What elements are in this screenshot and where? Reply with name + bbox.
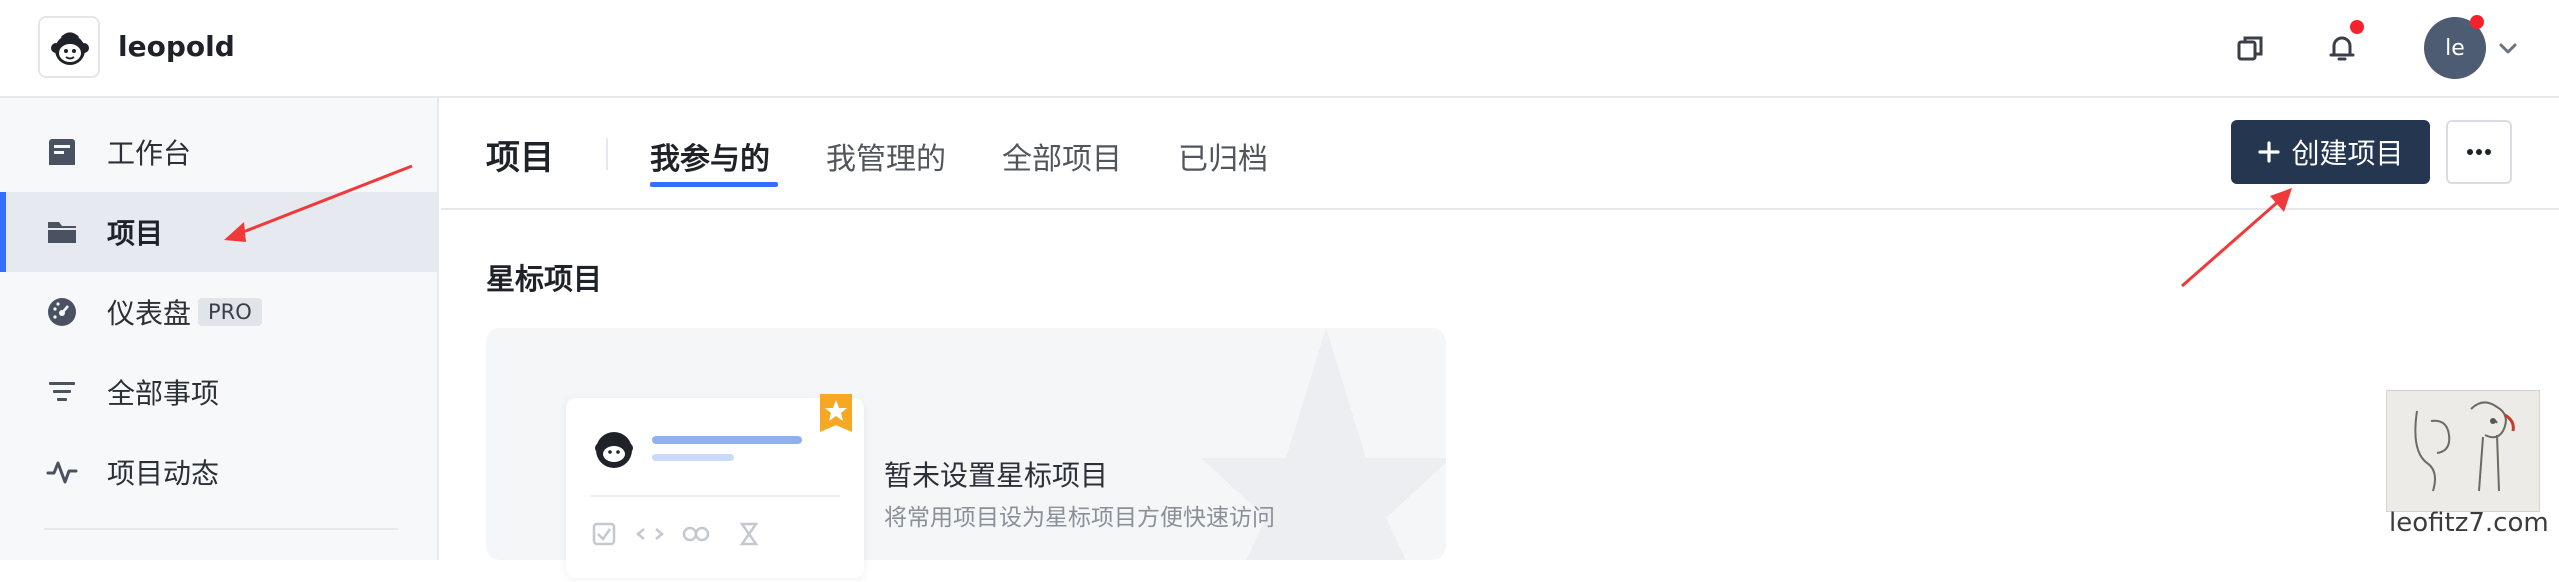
sidebar-item-label: 仪表盘: [107, 297, 192, 330]
sidebar-item-all-items[interactable]: 全部事项: [0, 352, 437, 432]
empty-state-illustration: [566, 394, 864, 578]
annotation-arrow-create: [2181, 198, 2281, 288]
copy-icon[interactable]: [2228, 26, 2272, 70]
create-project-button[interactable]: 创建项目: [2231, 120, 2430, 184]
sidebar-divider: [44, 528, 398, 530]
more-dots-icon: [2467, 149, 2491, 155]
sidebar-item-label: 全部事项: [107, 377, 220, 410]
page-title: 项目: [486, 138, 554, 178]
user-avatar[interactable]: le: [2424, 15, 2486, 79]
sidebar-item-dashboard[interactable]: 仪表盘 PRO: [0, 272, 437, 352]
sidebar-item-label: 项目动态: [107, 457, 220, 490]
activity-icon: [44, 454, 80, 490]
sidebar-item-label: 工作台: [107, 137, 192, 170]
tab-managed[interactable]: 我管理的: [826, 134, 946, 178]
pro-badge: PRO: [198, 298, 262, 326]
empty-state-title: 暂未设置星标项目: [884, 459, 1109, 492]
empty-state-subtitle: 将常用项目设为星标项目方便快速访问: [884, 505, 1275, 531]
dashboard-icon: [44, 294, 80, 330]
header-divider: [606, 138, 608, 170]
sidebar-item-activity[interactable]: 项目动态: [0, 432, 437, 512]
workbench-icon: [44, 134, 80, 170]
avatar-initials: le: [2445, 35, 2465, 61]
folder-icon: [44, 214, 80, 250]
chevron-down-icon[interactable]: [2496, 36, 2520, 60]
tab-archived[interactable]: 已归档: [1178, 134, 1268, 178]
workspace-logo[interactable]: [38, 16, 100, 78]
tab-all-projects[interactable]: 全部项目: [1002, 134, 1122, 178]
active-tab-indicator: [650, 182, 778, 187]
notification-bell-icon[interactable]: [2320, 20, 2364, 70]
workspace-name[interactable]: leopold: [118, 30, 235, 63]
sidebar-item-label: 项目: [107, 217, 164, 250]
top-bar: [0, 0, 2559, 98]
more-options-button[interactable]: [2446, 120, 2512, 184]
notification-dot: [2350, 20, 2364, 34]
avatar-notification-dot: [2470, 15, 2484, 29]
monkey-logo-icon: [51, 32, 89, 65]
sidebar-item-projects[interactable]: 项目: [0, 192, 437, 272]
plus-icon: [2258, 141, 2281, 163]
watermark-text: leofitz7.com: [2389, 508, 2549, 538]
sidebar-item-workbench[interactable]: 工作台: [0, 112, 437, 192]
filter-icon: [44, 374, 80, 410]
starred-projects-title: 星标项目: [486, 262, 603, 296]
watermark-sketch: [2386, 390, 2540, 512]
tab-participating[interactable]: 我参与的: [650, 134, 770, 178]
create-project-label: 创建项目: [2291, 138, 2404, 169]
